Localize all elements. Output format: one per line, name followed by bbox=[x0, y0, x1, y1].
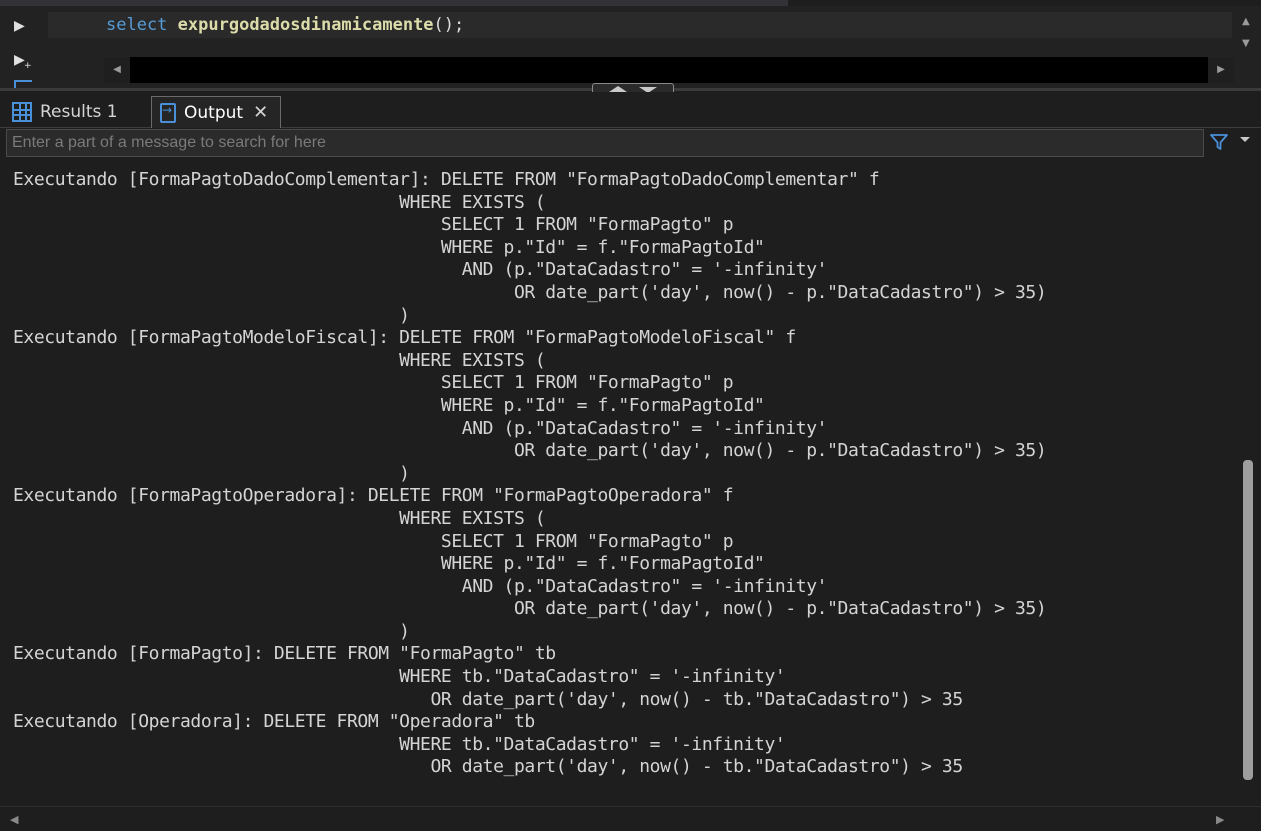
log-line: ) bbox=[13, 620, 410, 642]
filter-icon[interactable] bbox=[1209, 132, 1229, 152]
tab-output[interactable]: Output ✕ bbox=[151, 96, 281, 128]
output-search-row bbox=[0, 128, 1261, 158]
scroll-left-icon[interactable]: ◀ bbox=[10, 813, 18, 826]
log-line: OR date_part('day', now() - p."DataCadas… bbox=[13, 440, 1047, 462]
scroll-right-icon[interactable]: ▶ bbox=[1216, 813, 1224, 826]
code-keyword: select bbox=[106, 15, 168, 35]
editor-vertical-scrollbar[interactable]: ▲ ▼ bbox=[1235, 12, 1261, 58]
log-line: WHERE p."Id" = f."FormaPagtoId" bbox=[13, 394, 765, 416]
log-line: AND (p."DataCadastro" = '-infinity' bbox=[13, 417, 828, 439]
log-line: AND (p."DataCadastro" = '-infinity' bbox=[13, 259, 828, 281]
log-line: OR date_part('day', now() - tb."DataCada… bbox=[13, 688, 963, 710]
editor-tab-strip bbox=[0, 0, 788, 6]
tab-results-1[interactable]: Results 1 bbox=[12, 96, 118, 128]
scrollbar-thumb[interactable] bbox=[1243, 460, 1253, 780]
log-line: OR date_part('day', now() - p."DataCadas… bbox=[13, 598, 1047, 620]
code-statement[interactable]: select expurgodadosdinamicamente(); bbox=[106, 14, 464, 36]
scroll-up-icon[interactable]: ▲ bbox=[1242, 16, 1250, 27]
output-log-panel[interactable]: Executando [FormaPagtoDadoComplementar]:… bbox=[0, 160, 1236, 806]
sql-editor[interactable]: ▶ ▶ + select expurgodadosdinamicamente();… bbox=[0, 0, 1261, 90]
output-vertical-scrollbar[interactable] bbox=[1236, 160, 1261, 806]
log-line: AND (p."DataCadastro" = '-infinity' bbox=[13, 575, 828, 597]
editor-top-strip bbox=[0, 0, 1261, 6]
log-line: OR date_part('day', now() - p."DataCadas… bbox=[13, 281, 1047, 303]
log-line: WHERE p."Id" = f."FormaPagtoId" bbox=[13, 236, 765, 258]
log-line: ) bbox=[13, 304, 410, 326]
play-plus-icon[interactable]: ▶ + bbox=[14, 50, 34, 71]
output-search-input[interactable] bbox=[6, 129, 1204, 157]
log-line: Executando [Operadora]: DELETE FROM "Ope… bbox=[13, 711, 535, 733]
chevron-down-icon[interactable] bbox=[1240, 137, 1250, 142]
log-line: WHERE EXISTS ( bbox=[13, 191, 546, 213]
scroll-right-icon[interactable]: ▶ bbox=[1208, 57, 1234, 83]
tab-label: Results 1 bbox=[40, 102, 118, 122]
log-line: Executando [FormaPagtoOperadora]: DELETE… bbox=[13, 485, 734, 507]
log-line: WHERE p."Id" = f."FormaPagtoId" bbox=[13, 553, 765, 575]
log-line: WHERE tb."DataCadastro" = '-infinity' bbox=[13, 666, 786, 688]
output-icon bbox=[160, 102, 176, 123]
log-line: SELECT 1 FROM "FormaPagto" p bbox=[13, 214, 734, 236]
log-line: OR date_part('day', now() - tb."DataCada… bbox=[13, 756, 963, 778]
code-punctuation: (); bbox=[433, 15, 465, 35]
tab-label: Output bbox=[184, 102, 244, 123]
scroll-down-icon[interactable]: ▼ bbox=[1242, 38, 1250, 49]
results-tabbar: Results 1 Output ✕ bbox=[0, 92, 1261, 128]
output-log: Executando [FormaPagtoDadoComplementar]:… bbox=[13, 169, 1047, 779]
log-line: WHERE tb."DataCadastro" = '-infinity' bbox=[13, 733, 786, 755]
log-line: Executando [FormaPagtoModeloFiscal]: DEL… bbox=[13, 327, 796, 349]
log-line: SELECT 1 FROM "FormaPagto" p bbox=[13, 530, 734, 552]
editor-gutter: ▶ ▶ + bbox=[0, 6, 44, 90]
code-function-name: expurgodadosdinamicamente bbox=[177, 15, 434, 35]
play-icon[interactable]: ▶ bbox=[14, 16, 34, 36]
grid-icon bbox=[12, 102, 32, 122]
log-line: Executando [FormaPagto]: DELETE FROM "Fo… bbox=[13, 643, 556, 665]
log-line: WHERE EXISTS ( bbox=[13, 507, 546, 529]
editor-horizontal-scrollbar[interactable]: ◀ ▶ bbox=[104, 57, 1234, 83]
output-horizontal-scrollbar[interactable]: ◀ ▶ bbox=[0, 806, 1261, 831]
scroll-left-icon[interactable]: ◀ bbox=[104, 57, 130, 83]
log-line: Executando [FormaPagtoDadoComplementar]:… bbox=[13, 169, 880, 190]
log-line: WHERE EXISTS ( bbox=[13, 349, 546, 371]
log-line: SELECT 1 FROM "FormaPagto" p bbox=[13, 372, 734, 394]
log-line: ) bbox=[13, 462, 410, 484]
close-icon[interactable]: ✕ bbox=[253, 103, 268, 122]
